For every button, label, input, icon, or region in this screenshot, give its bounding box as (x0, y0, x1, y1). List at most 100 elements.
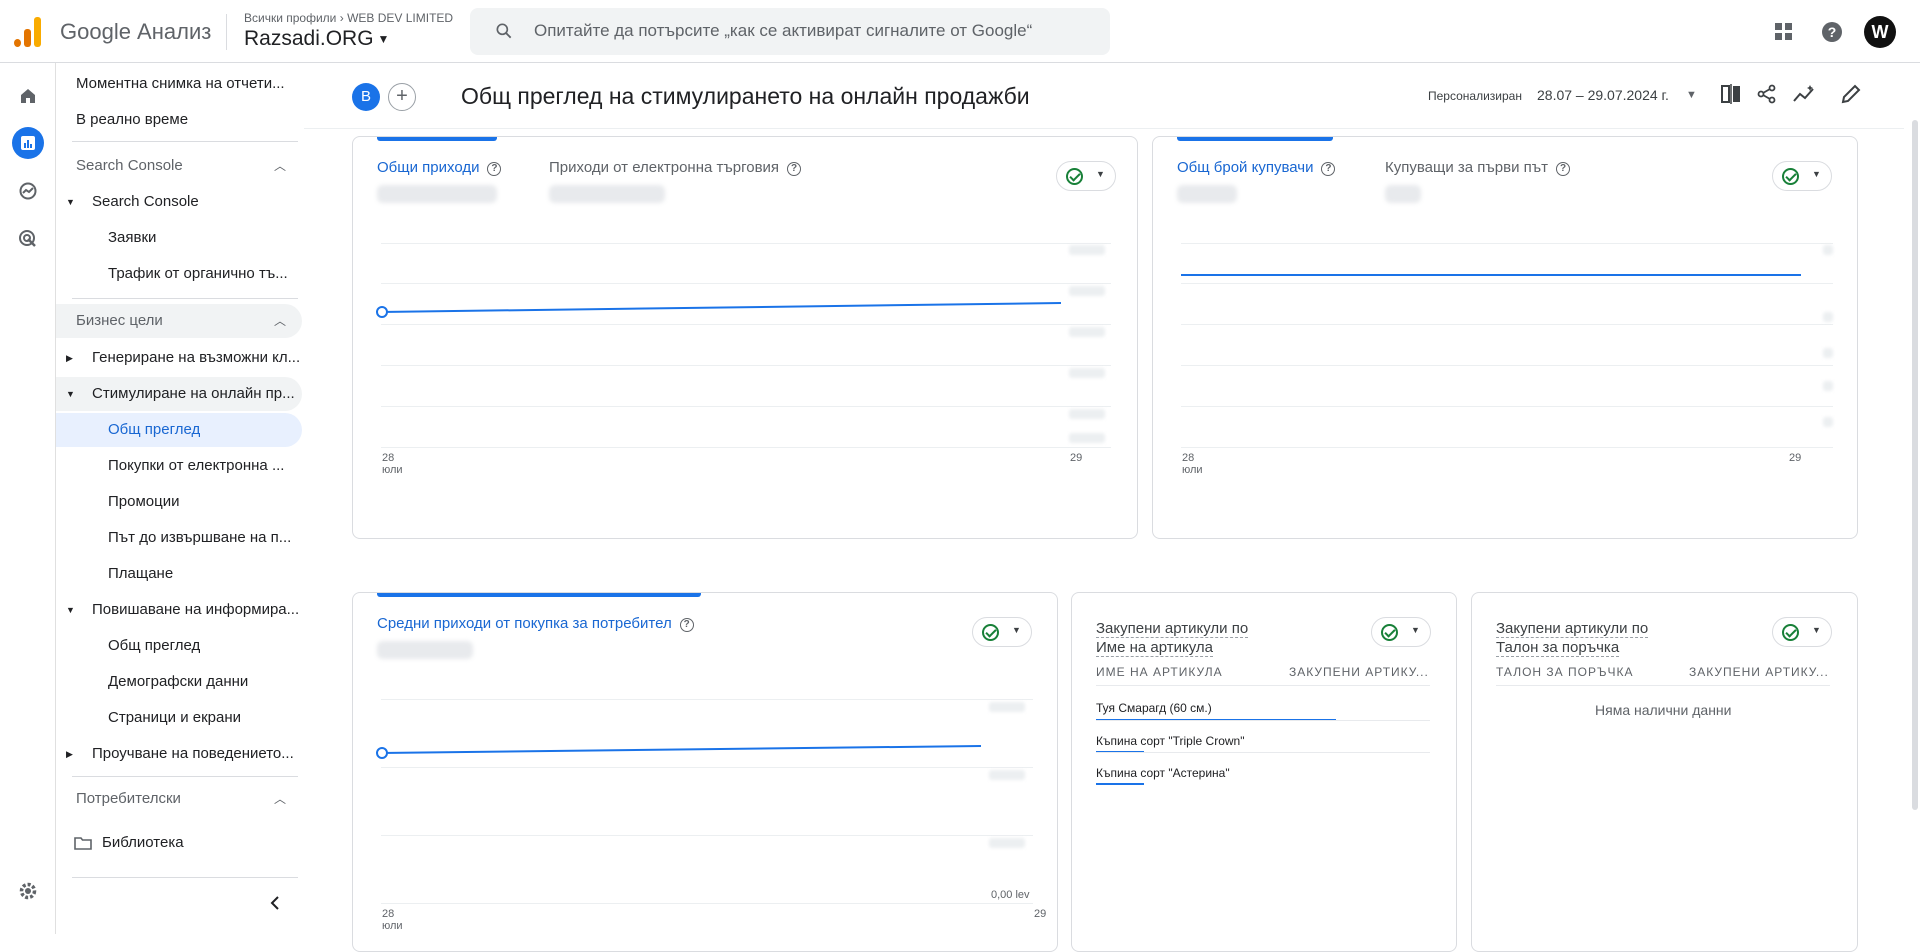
property-selector[interactable]: Razsadi.ORG ▼ (244, 27, 389, 51)
section-label: Search Console (76, 157, 183, 174)
apps-grid-icon[interactable] (1770, 18, 1798, 46)
insights-icon[interactable] (1792, 83, 1816, 105)
nav-overview-selected[interactable]: Общ преглед (56, 413, 302, 447)
nav-online-sales[interactable]: ▼ Стимулиране на онлайн пр... (56, 377, 302, 411)
items-by-coupon-card: Закупени артикули по Талон за поръчка ▼ … (1471, 592, 1858, 952)
data-point[interactable] (376, 747, 388, 759)
breadcrumb-account[interactable]: WEB DEV LIMITED (347, 11, 453, 25)
nav-awareness-overview[interactable]: Общ преглед (56, 629, 302, 663)
x-tick-end: 29 (1034, 908, 1047, 920)
gear-icon (19, 882, 37, 900)
caret-down-icon: ▼ (66, 197, 75, 207)
x-axis-start: 28 юли (1182, 452, 1203, 476)
column-header-coupon[interactable]: ТАЛОН ЗА ПОРЪЧКА (1496, 665, 1633, 679)
nav-section-search-console[interactable]: Search Console ︿ (56, 149, 302, 183)
nav-library[interactable]: Библиотека (56, 826, 302, 860)
home-nav[interactable] (12, 80, 44, 112)
app-name: Google Анализ (60, 19, 212, 44)
nav-label: Библиотека (102, 834, 184, 851)
caret-down-icon[interactable]: ▼ (1686, 89, 1697, 101)
nav-pages-screens[interactable]: Страници и екрани (56, 701, 302, 735)
table-row[interactable]: Къпина сорт "Triple Crown" (1096, 734, 1244, 748)
x-tick-end: 29 (1070, 452, 1083, 464)
total-revenue-card: Общи приходи? Приходи от електронна търг… (352, 136, 1138, 539)
chevron-up-icon: ︿ (273, 314, 286, 328)
column-header-items-purchased[interactable]: ЗАКУПЕНИ АРТИКУ... (1689, 665, 1829, 679)
nav-purchase-path[interactable]: Път до извършване на п... (56, 521, 302, 555)
search-bar[interactable]: Опитайте да потърсите „как се активират … (470, 8, 1110, 55)
title-line-1: Закупени артикули по (1096, 620, 1249, 638)
empty-state: Няма налични данни (1595, 702, 1732, 718)
advertising-nav[interactable] (12, 223, 44, 255)
breadcrumb[interactable]: Всички профили › WEB DEV LIMITED (244, 11, 453, 25)
collapse-nav-icon[interactable] (268, 895, 282, 911)
nav-ecommerce-purchases[interactable]: Покупки от електронна ... (56, 449, 302, 483)
x-axis-start: 28 юли (382, 908, 403, 932)
table-row[interactable]: Къпина сорт "Астерина" (1096, 766, 1230, 780)
date-range[interactable]: 28.07 – 29.07.2024 г. (1537, 87, 1669, 103)
nav-section-user[interactable]: Потребителски ︿ (56, 782, 302, 816)
table-row[interactable]: Туя Смарагд (60 см.) (1096, 701, 1212, 715)
avg-revenue-line-chart (376, 745, 982, 759)
advertising-icon (19, 230, 36, 247)
caret-right-icon: ▶ (66, 353, 73, 363)
admin-nav[interactable] (12, 875, 44, 907)
reports-icon (21, 136, 35, 150)
left-rail (0, 63, 56, 934)
compare-icon[interactable] (1720, 83, 1742, 105)
column-header-items-purchased[interactable]: ЗАКУПЕНИ АРТИКУ... (1289, 665, 1429, 679)
nav-promotions[interactable]: Промоции (56, 485, 302, 519)
x-tick-day: 28 (1182, 452, 1195, 464)
divider (226, 14, 227, 50)
explore-icon (19, 182, 37, 200)
page-title: Общ преглед на стимулирането на онлайн п… (461, 83, 1030, 109)
nav-leads[interactable]: ▶ Генериране на възможни кл... (56, 341, 302, 375)
revenue-line-chart (376, 302, 1062, 318)
divider (72, 298, 298, 299)
breadcrumb-root[interactable]: Всички профили (244, 11, 336, 25)
account-avatar[interactable]: W (1864, 16, 1896, 48)
nav-behavior[interactable]: ▶ Проучване на поведението... (56, 737, 302, 771)
add-comparison-button[interactable]: + (388, 83, 416, 111)
nav-organic-traffic[interactable]: Трафик от органично тъ... (56, 257, 302, 291)
check-icon (1782, 624, 1799, 641)
x-axis-start: 28 юли (382, 452, 403, 476)
nav-search-console[interactable]: ▼ Search Console (56, 185, 302, 219)
nav-snapshot[interactable]: Моментна снимка на отчети... (56, 67, 302, 101)
data-quality-menu[interactable]: ▼ (1772, 617, 1832, 647)
x-tick-end: 29 (1789, 452, 1802, 464)
page-header: В + Общ преглед на стимулирането на онла… (304, 63, 1904, 129)
divider (72, 776, 298, 777)
nav-awareness[interactable]: ▼ Повишаване на информира... (56, 593, 302, 627)
purchasers-line-chart (1181, 274, 1801, 276)
nav-realtime[interactable]: В реално време (56, 103, 302, 137)
data-quality-menu[interactable]: ▼ (1371, 617, 1431, 647)
x-tick-month: юли (382, 920, 403, 932)
nav-label: Генериране на възможни кл... (92, 349, 301, 366)
caret-down-icon: ▼ (1411, 625, 1420, 635)
caret-right-icon: ▶ (66, 749, 73, 759)
page-scrollbar[interactable] (1912, 120, 1918, 810)
nav-queries[interactable]: Заявки (56, 221, 302, 255)
edit-icon[interactable] (1840, 83, 1862, 105)
reports-nav-panel: Моментна снимка на отчети... В реално вр… (56, 63, 304, 934)
analytics-logo[interactable] (14, 17, 42, 47)
explore-nav[interactable] (12, 175, 44, 207)
nav-demographics[interactable]: Демографски данни (56, 665, 302, 699)
card-title: Закупени артикули по Талон за поръчка (1496, 619, 1649, 657)
share-icon[interactable] (1756, 83, 1778, 105)
nav-checkout[interactable]: Плащане (56, 557, 302, 591)
column-header-item-name[interactable]: ИМЕ НА АРТИКУЛА (1096, 665, 1223, 679)
help-icon[interactable]: ? (1818, 18, 1846, 46)
series-line (380, 745, 982, 754)
divider (72, 141, 298, 142)
reports-nav[interactable] (12, 127, 44, 159)
comparison-badge[interactable]: В (352, 83, 380, 111)
search-placeholder: Опитайте да потърсите „как се активират … (534, 21, 1033, 40)
main-content: В + Общ преглед на стимулирането на онла… (304, 63, 1920, 952)
data-point[interactable] (376, 306, 388, 318)
check-icon (1381, 624, 1398, 641)
home-icon (21, 89, 35, 103)
x-tick-month: юли (382, 464, 403, 476)
nav-section-business[interactable]: Бизнес цели ︿ (56, 304, 302, 338)
